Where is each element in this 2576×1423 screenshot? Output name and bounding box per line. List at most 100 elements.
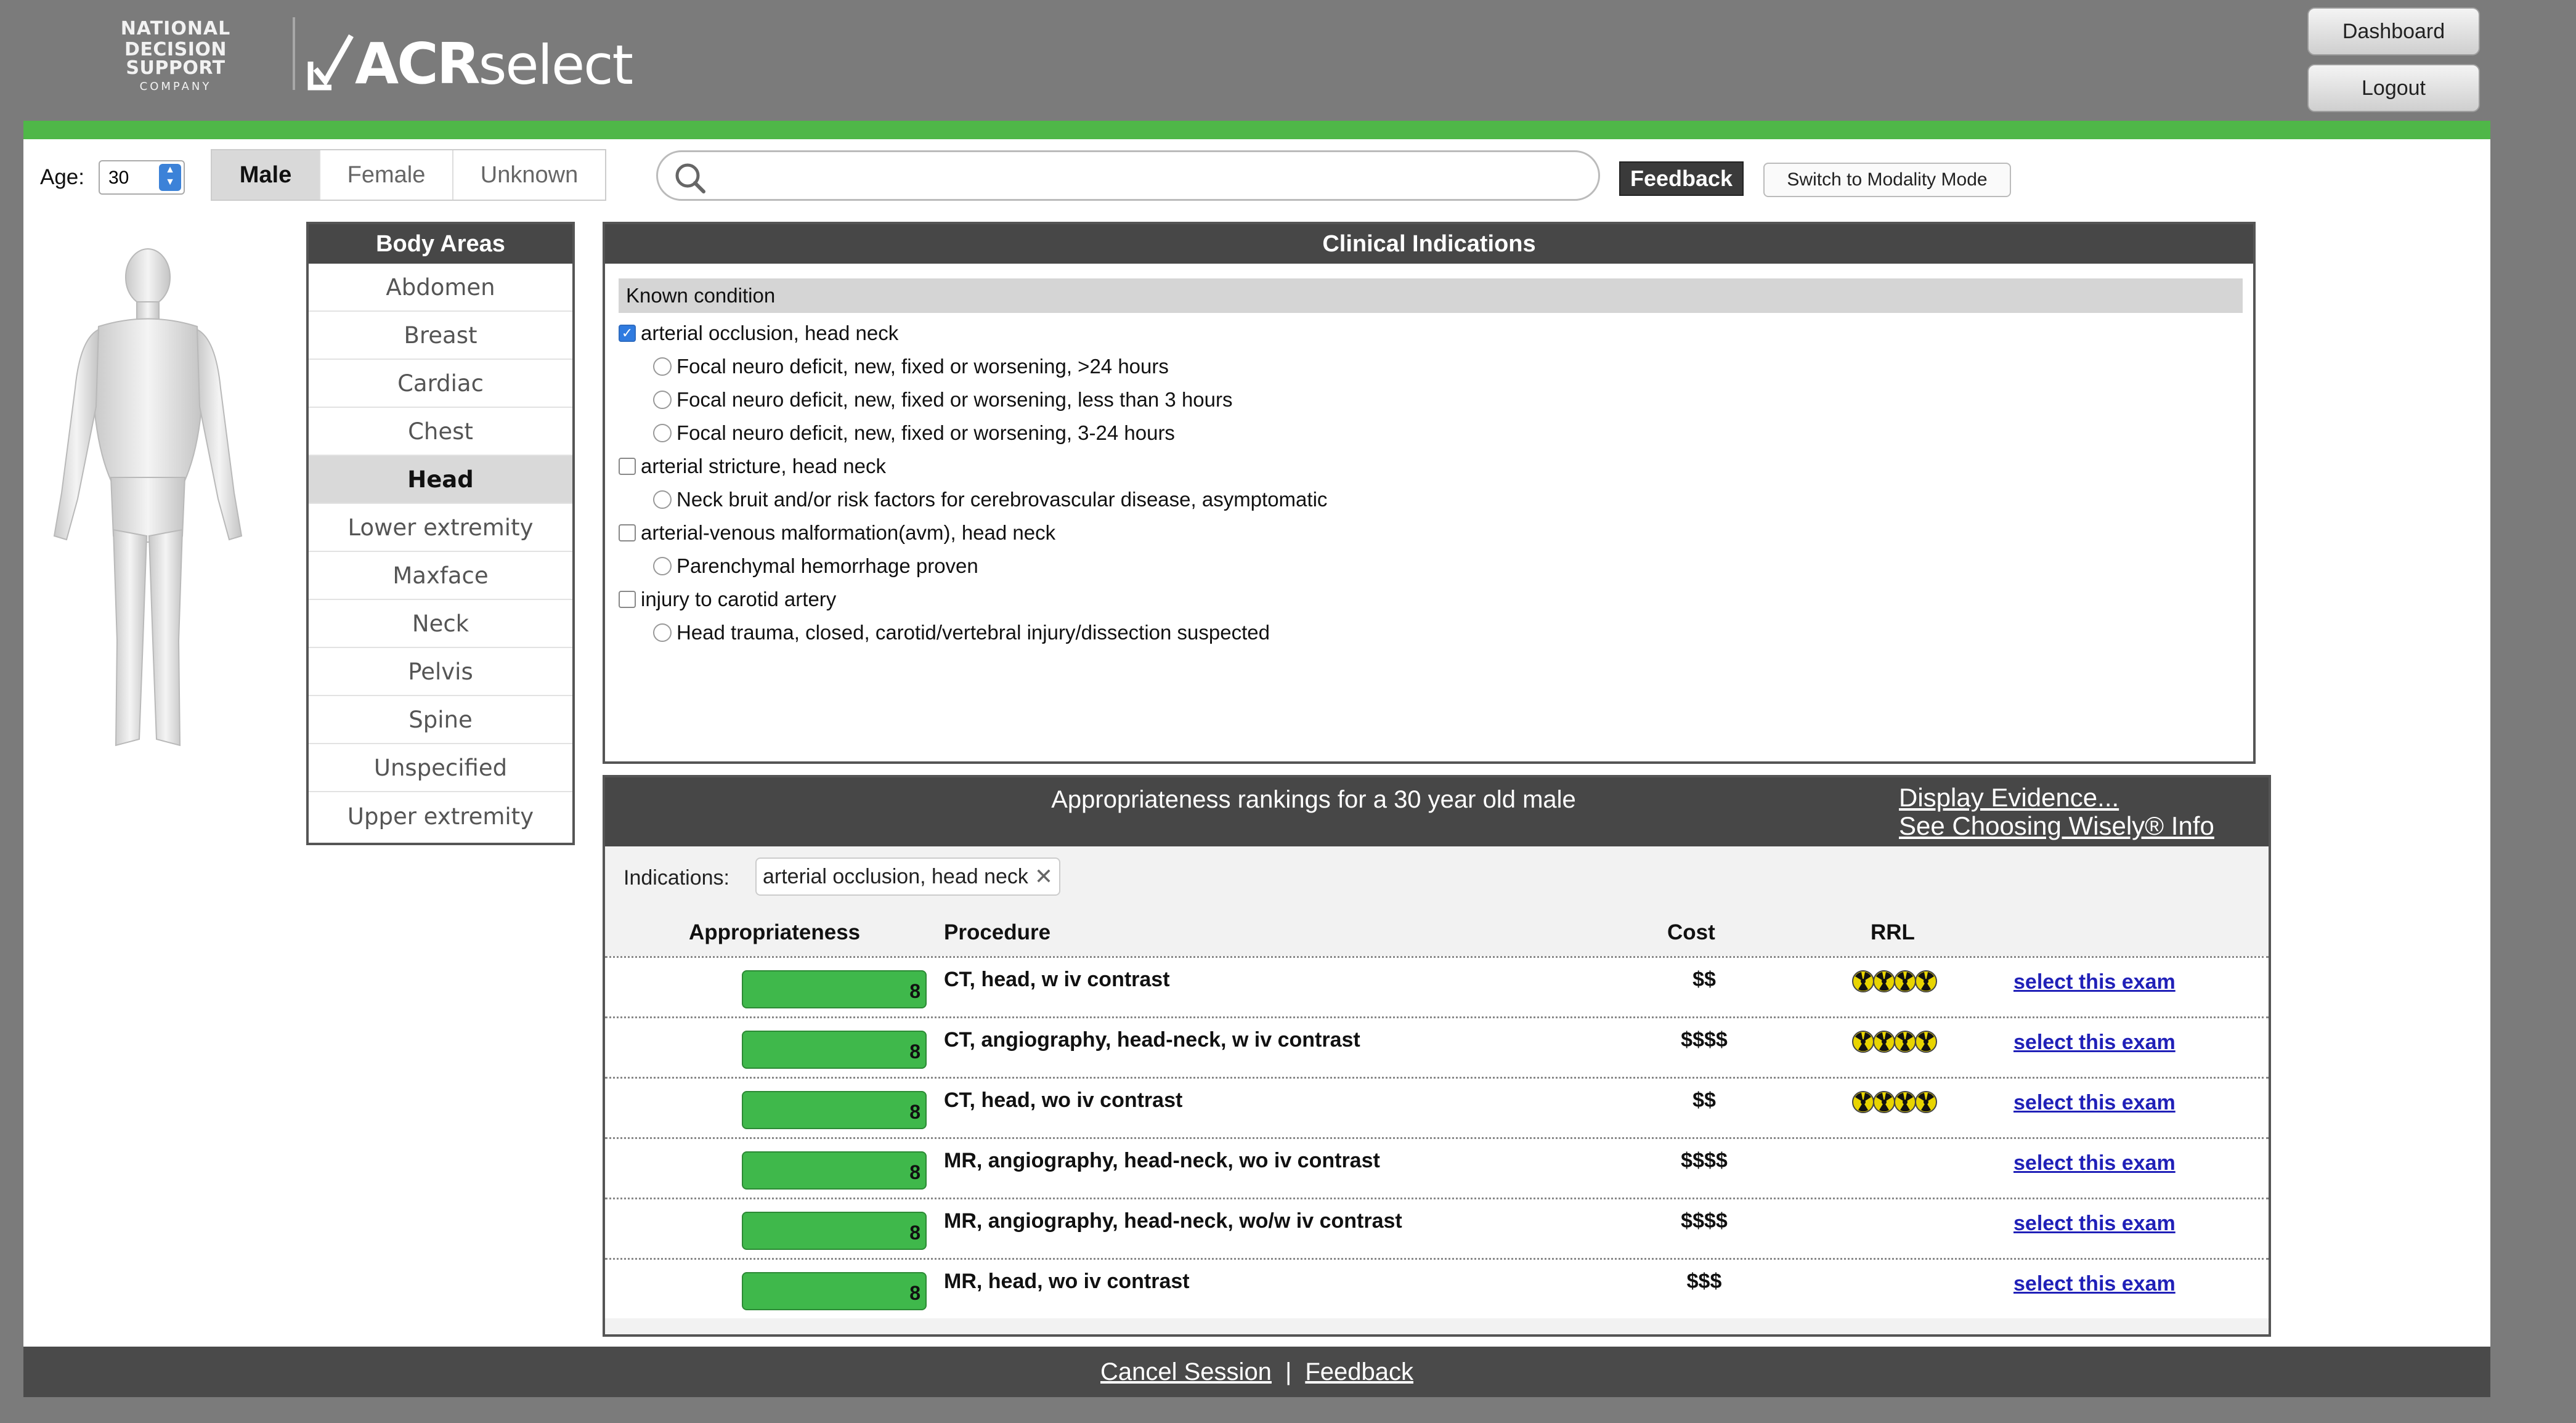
radio-button[interactable] (653, 357, 672, 376)
known-condition-header: Known condition (619, 278, 2243, 313)
stepper-arrows-icon[interactable]: ▲ ▼ (159, 164, 181, 191)
appropriateness-rankings-panel: Appropriateness rankings for a 30 year o… (603, 775, 2271, 1337)
indication-option[interactable]: Neck bruit and/or risk factors for cereb… (619, 483, 1327, 516)
condition-arterial-stricture[interactable]: arterial stricture, head neck (619, 450, 1327, 483)
condition-carotid-injury[interactable]: injury to carotid artery (619, 583, 1327, 616)
radiation-icon (1852, 1031, 1874, 1053)
indications-label: Indications: (624, 866, 729, 890)
radio-button[interactable] (653, 391, 672, 409)
ndsc-logo-line-1: NATIONAL (120, 18, 231, 39)
gender-male-button[interactable]: Male (212, 150, 320, 200)
switch-modality-mode-button[interactable]: Switch to Modality Mode (1763, 163, 2011, 197)
indication-option[interactable]: Focal neuro deficit, new, fixed or worse… (619, 416, 1327, 450)
radio-button[interactable] (653, 557, 672, 575)
ranking-row: 8 CT, head, wo iv contrast $$ select this e… (605, 1077, 2269, 1137)
age-value[interactable]: 30 (108, 168, 129, 189)
checkbox[interactable] (619, 591, 636, 608)
rankings-header: Appropriateness rankings for a 30 year o… (605, 777, 2269, 846)
ranking-row: 8 MR, head, wo iv contrast $$$ select this … (605, 1258, 2269, 1318)
appropriateness-bar: 8 (742, 970, 927, 1008)
radiation-icon (1852, 1091, 1874, 1113)
body-area-unspecified[interactable]: Unspecified (309, 744, 572, 792)
body-figure-image[interactable] (37, 246, 259, 764)
checkbox-checked-icon[interactable]: ✓ (619, 325, 636, 342)
procedure-cost: $$$$ (1681, 1149, 1728, 1172)
radio-button[interactable] (653, 424, 672, 442)
age-stepper[interactable]: 30 ▲ ▼ (99, 160, 185, 195)
radiation-icon (1894, 1091, 1916, 1113)
rankings-table: 8 CT, head, w iv contrast $$ select this ex… (605, 956, 2269, 1318)
procedure-cost: $$$ (1686, 1270, 1722, 1293)
select-exam-link[interactable]: select this exam (2013, 1091, 2176, 1115)
gender-unknown-button[interactable]: Unknown (453, 150, 605, 200)
indication-option[interactable]: Head trauma, closed, carotid/vertebral i… (619, 616, 1327, 649)
body-area-cardiac[interactable]: Cardiac (309, 360, 572, 408)
radio-button[interactable] (653, 490, 672, 509)
appropriateness-bar: 8 (742, 1272, 927, 1310)
column-header-appropriateness: Appropriateness (689, 920, 861, 944)
condition-arterial-occlusion[interactable]: ✓ arterial occlusion, head neck (619, 317, 1327, 350)
radiation-icon (1915, 1091, 1937, 1113)
radio-button[interactable] (653, 623, 672, 642)
body-area-neck[interactable]: Neck (309, 600, 572, 648)
procedure-cost: $$$$ (1681, 1209, 1728, 1233)
search-input[interactable] (656, 150, 1600, 201)
condition-avm[interactable]: arterial-venous malformation(avm), head … (619, 516, 1327, 549)
radiation-icon (1873, 1091, 1895, 1113)
select-exam-link[interactable]: select this exam (2013, 970, 2176, 994)
footer-bar: Cancel Session | Feedback (23, 1347, 2490, 1397)
body-area-pelvis[interactable]: Pelvis (309, 648, 572, 696)
gender-female-button[interactable]: Female (320, 150, 453, 200)
indication-option[interactable]: Focal neuro deficit, new, fixed or worse… (619, 383, 1327, 416)
indication-option-label: Focal neuro deficit, new, fixed or worse… (677, 388, 1233, 411)
feedback-button[interactable]: Feedback (1619, 161, 1744, 196)
ranking-row: 8 MR, angiography, head-neck, wo/w iv con… (605, 1198, 2269, 1258)
indication-chip-label: arterial occlusion, head neck (763, 864, 1028, 888)
logout-button[interactable]: Logout (2307, 64, 2480, 112)
body-area-breast[interactable]: Breast (309, 312, 572, 360)
procedure-name: CT, angiography, head-neck, w iv contras… (944, 1028, 1360, 1052)
indication-option[interactable]: Parenchymal hemorrhage proven (619, 549, 1327, 583)
appropriateness-bar: 8 (742, 1151, 927, 1190)
body-area-chest[interactable]: Chest (309, 408, 572, 456)
display-evidence-link[interactable]: Display Evidence... (1899, 784, 2214, 812)
search-icon (675, 163, 705, 193)
checkmark-logo-icon (307, 34, 354, 91)
select-exam-link[interactable]: select this exam (2013, 1272, 2176, 1296)
select-exam-link[interactable]: select this exam (2013, 1212, 2176, 1236)
choosing-wisely-link[interactable]: See Choosing Wisely® Info (1899, 812, 2214, 840)
body-area-lower-extremity[interactable]: Lower extremity (309, 504, 572, 552)
body-area-maxface[interactable]: Maxface (309, 552, 572, 600)
clinical-indications-title: Clinical Indications (605, 224, 2253, 264)
dashboard-button[interactable]: Dashboard (2307, 7, 2480, 55)
procedure-name: MR, angiography, head-neck, wo/w iv cont… (944, 1209, 1402, 1233)
radiation-icon (1894, 970, 1916, 992)
radiation-icon (1873, 970, 1895, 992)
age-label: Age: (40, 165, 84, 189)
footer-separator: | (1285, 1358, 1292, 1385)
rrl-radiation-level (1852, 1091, 1937, 1113)
select-exam-link[interactable]: select this exam (2013, 1031, 2176, 1055)
condition-label: arterial-venous malformation(avm), head … (641, 521, 1056, 544)
body-area-abdomen[interactable]: Abdomen (309, 264, 572, 312)
checkbox[interactable] (619, 524, 636, 541)
column-header-cost: Cost (1667, 920, 1715, 944)
body-area-upper-extremity[interactable]: Upper extremity (309, 792, 572, 840)
appropriateness-score: 8 (909, 1222, 920, 1244)
procedure-name: MR, head, wo iv contrast (944, 1270, 1190, 1293)
appropriateness-bar: 8 (742, 1031, 927, 1069)
indication-option[interactable]: Focal neuro deficit, new, fixed or worse… (619, 350, 1327, 383)
indication-chip: arterial occlusion, head neck ✕ (755, 857, 1061, 896)
cancel-session-link[interactable]: Cancel Session (1100, 1358, 1272, 1386)
body-area-head[interactable]: Head (309, 456, 572, 504)
appropriateness-bar: 8 (742, 1091, 927, 1129)
body-area-spine[interactable]: Spine (309, 696, 572, 744)
select-exam-link[interactable]: select this exam (2013, 1151, 2176, 1175)
procedure-name: CT, head, wo iv contrast (944, 1089, 1183, 1112)
indication-option-label: Head trauma, closed, carotid/vertebral i… (677, 621, 1270, 644)
select-logo-text: select (478, 33, 633, 97)
remove-indication-icon[interactable]: ✕ (1034, 864, 1053, 890)
footer-feedback-link[interactable]: Feedback (1305, 1358, 1413, 1386)
checkbox[interactable] (619, 458, 636, 475)
rrl-radiation-level (1852, 970, 1937, 992)
